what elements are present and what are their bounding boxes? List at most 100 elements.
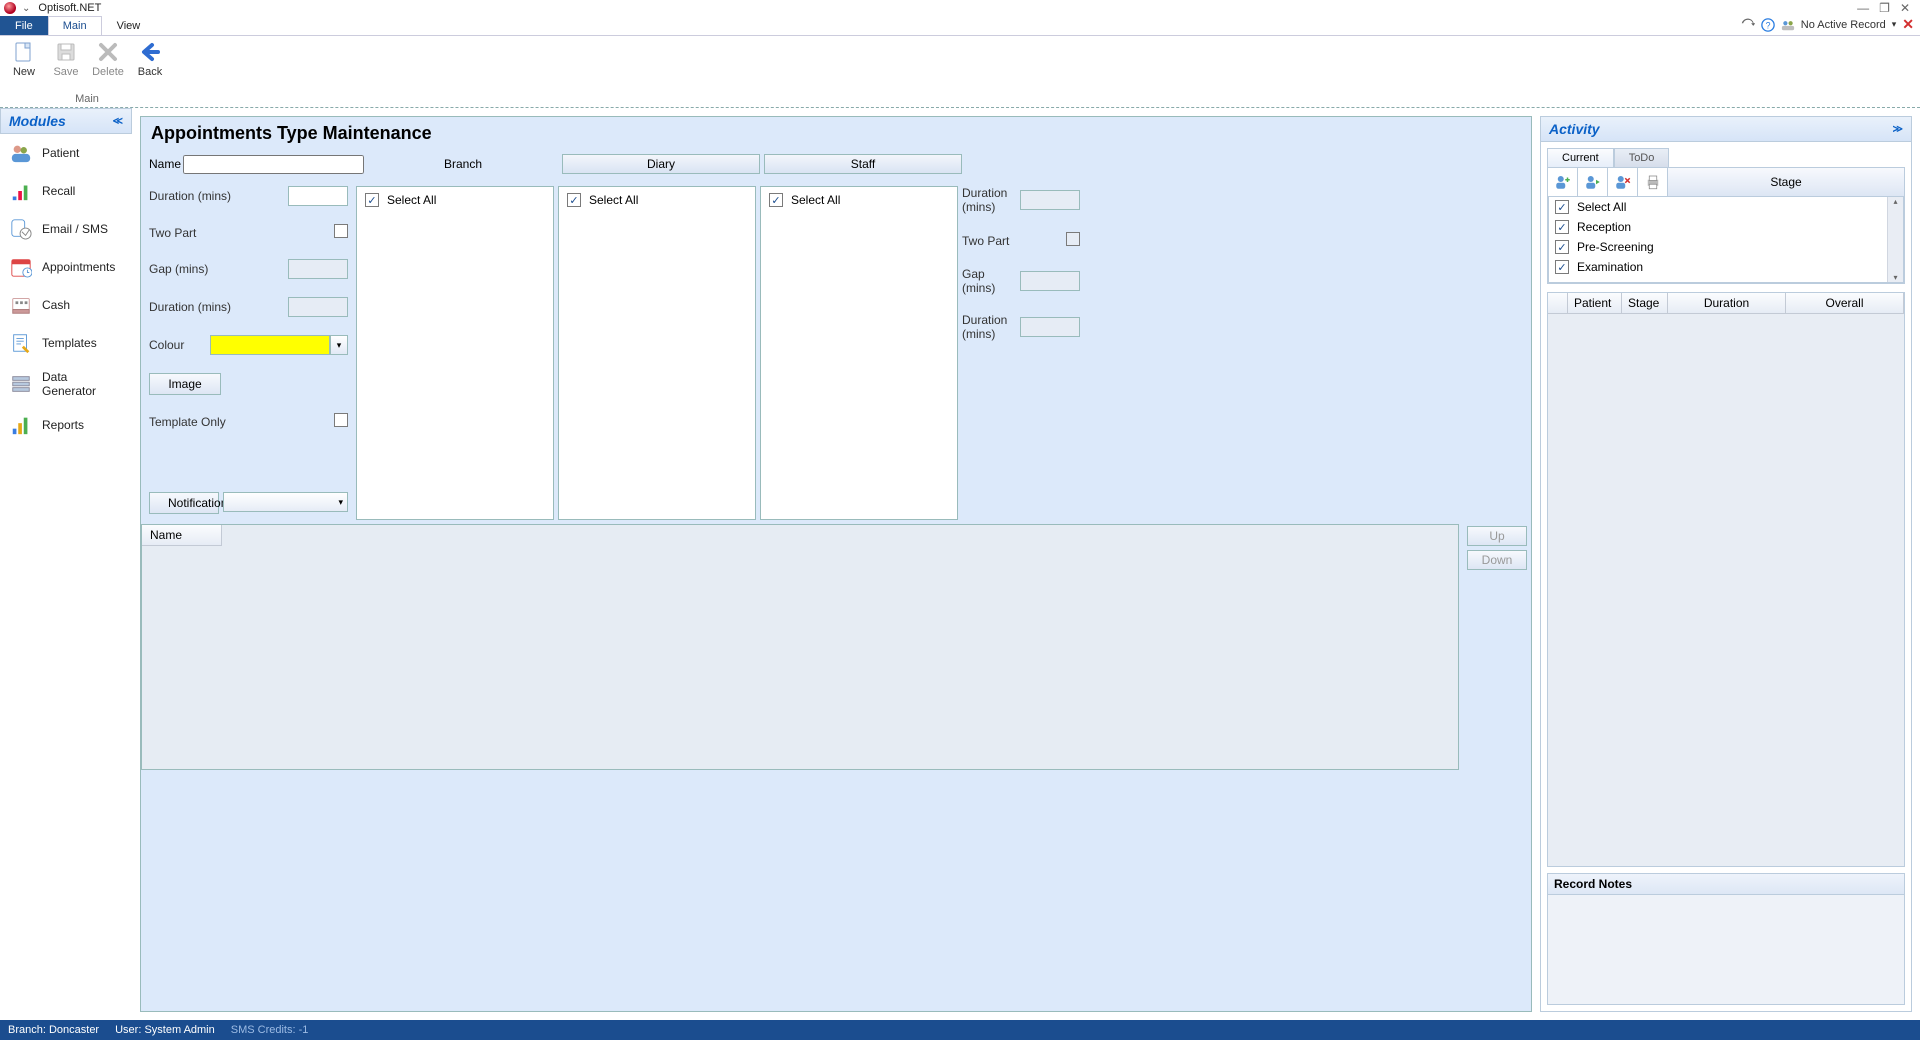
module-patient[interactable]: Patient (0, 134, 132, 172)
label-duration-right: Duration (mins) (962, 186, 1020, 214)
templates-icon (10, 332, 32, 354)
module-cash[interactable]: Cash (0, 286, 132, 324)
tab-main[interactable]: Main (48, 16, 102, 35)
module-data-generator[interactable]: Data Generator (0, 362, 132, 406)
stage-scrollbar[interactable]: ▴▾ (1887, 197, 1903, 282)
stage-prescreening-checkbox[interactable]: ✓ (1555, 240, 1569, 254)
new-button[interactable]: New (4, 38, 44, 78)
stage-select-all-label: Select All (1577, 200, 1626, 214)
restore-button[interactable]: ❐ (1879, 1, 1890, 15)
help-icon[interactable]: ? (1761, 18, 1775, 32)
duration-left-input[interactable] (288, 186, 348, 206)
duration2-left-input[interactable] (288, 297, 348, 317)
cash-icon (10, 294, 32, 316)
diary-select-all-label: Select All (589, 193, 638, 207)
status-user: User: System Admin (115, 1024, 215, 1036)
active-record-label[interactable]: No Active Record (1801, 19, 1886, 31)
back-button[interactable]: Back (130, 38, 170, 78)
staff-select-all-checkbox[interactable]: ✓ (769, 193, 783, 207)
form-right-column: Duration (mins) Two Part Gap (mins) Dura… (958, 174, 1088, 520)
save-button[interactable]: Save (46, 38, 86, 78)
record-notes-body[interactable] (1547, 895, 1905, 1005)
diary-header[interactable]: Diary (562, 154, 760, 174)
label-gap-right: Gap (mins) (962, 267, 1020, 295)
tab-view[interactable]: View (102, 16, 156, 35)
module-appointments[interactable]: Appointments (0, 248, 132, 286)
module-label: Email / SMS (42, 222, 108, 236)
label-name: Name (149, 157, 183, 171)
back-icon (138, 40, 162, 64)
activity-grid[interactable]: Patient Stage Duration Overall (1547, 292, 1905, 867)
image-button[interactable]: Image (149, 373, 221, 395)
ribbon-status: ? No Active Record ▾ ✕ (1741, 16, 1914, 33)
gap-left-input[interactable] (288, 259, 348, 279)
qat-dropdown-icon[interactable]: ⌄ (22, 3, 30, 14)
appointments-icon (10, 256, 32, 278)
delete-button[interactable]: Delete (88, 38, 128, 78)
duration-right-input[interactable] (1020, 190, 1080, 210)
colour-dropdown-button[interactable]: ▾ (330, 335, 348, 355)
sync-icon[interactable] (1741, 18, 1755, 32)
stage-dropdown[interactable]: Stage (1668, 168, 1904, 196)
tab-todo[interactable]: ToDo (1614, 148, 1670, 167)
close-window-button[interactable]: ✕ (1900, 1, 1910, 15)
two-part-left-checkbox[interactable] (334, 224, 348, 238)
module-reports[interactable]: Reports (0, 406, 132, 444)
diary-select-all-checkbox[interactable]: ✓ (567, 193, 581, 207)
duration2-right-input[interactable] (1020, 317, 1080, 337)
reports-icon (10, 414, 32, 436)
form-title: Appointments Type Maintenance (141, 117, 1531, 154)
patient-icon (10, 142, 32, 164)
add-user-button[interactable] (1548, 168, 1578, 196)
name-input[interactable] (183, 155, 364, 174)
notification-list-grid[interactable]: Name (141, 524, 1459, 770)
module-label: Recall (42, 184, 75, 198)
stage-select-all-checkbox[interactable]: ✓ (1555, 200, 1569, 214)
module-templates[interactable]: Templates (0, 324, 132, 362)
staff-list: ✓ Select All (760, 186, 958, 520)
module-recall[interactable]: Recall (0, 172, 132, 210)
gap-right-input[interactable] (1020, 271, 1080, 291)
label-duration2-right: Duration (mins) (962, 313, 1020, 341)
save-icon (54, 40, 78, 64)
col-duration: Duration (1668, 293, 1786, 313)
activity-panel: Activity ≫ Current ToDo (1540, 108, 1920, 1020)
stage-examination-checkbox[interactable]: ✓ (1555, 260, 1569, 274)
minimize-button[interactable]: — (1857, 1, 1869, 15)
clear-active-record-button[interactable]: ✕ (1902, 16, 1914, 33)
collapse-activity-icon[interactable]: ≫ (1893, 124, 1903, 135)
down-button[interactable]: Down (1467, 550, 1527, 570)
group-icon[interactable] (1781, 18, 1795, 32)
two-part-right-checkbox[interactable] (1066, 232, 1080, 246)
activity-header[interactable]: Activity ≫ (1540, 116, 1912, 142)
notification-button[interactable]: Notification (149, 492, 219, 514)
tab-file[interactable]: File (0, 16, 48, 35)
modules-header[interactable]: Modules ≪ (0, 108, 132, 134)
recall-icon (10, 180, 32, 202)
notification-dropdown[interactable]: ▾ (223, 492, 348, 512)
label-two-part-left: Two Part (149, 226, 239, 240)
remove-user-button[interactable] (1608, 168, 1638, 196)
app-orb-icon[interactable] (4, 2, 16, 14)
label-gap-left: Gap (mins) (149, 262, 239, 276)
modules-title: Modules (9, 113, 66, 129)
active-record-dropdown-icon[interactable]: ▾ (1892, 19, 1897, 30)
stage-reception-checkbox[interactable]: ✓ (1555, 220, 1569, 234)
staff-header[interactable]: Staff (764, 154, 962, 174)
stage-item-label: Reception (1577, 220, 1631, 234)
print-button[interactable] (1638, 168, 1668, 196)
status-sms: SMS Credits: -1 (231, 1024, 309, 1036)
next-user-button[interactable] (1578, 168, 1608, 196)
module-email-sms[interactable]: Email / SMS (0, 210, 132, 248)
branch-select-all-checkbox[interactable]: ✓ (365, 193, 379, 207)
modules-panel: Modules ≪ Patient Recall Email / SMS App… (0, 108, 132, 1020)
ribbon-body: New Save Delete Back Main (0, 36, 1920, 108)
branch-select-all-label: Select All (387, 193, 436, 207)
tab-current[interactable]: Current (1547, 148, 1614, 167)
template-only-checkbox[interactable] (334, 413, 348, 427)
colour-swatch[interactable] (210, 335, 330, 355)
collapse-modules-icon[interactable]: ≪ (113, 116, 123, 127)
stage-filter-list: ✓Select All ✓Reception ✓Pre-Screening ✓E… (1548, 197, 1904, 283)
col-stage: Stage (1622, 293, 1668, 313)
up-button[interactable]: Up (1467, 526, 1527, 546)
